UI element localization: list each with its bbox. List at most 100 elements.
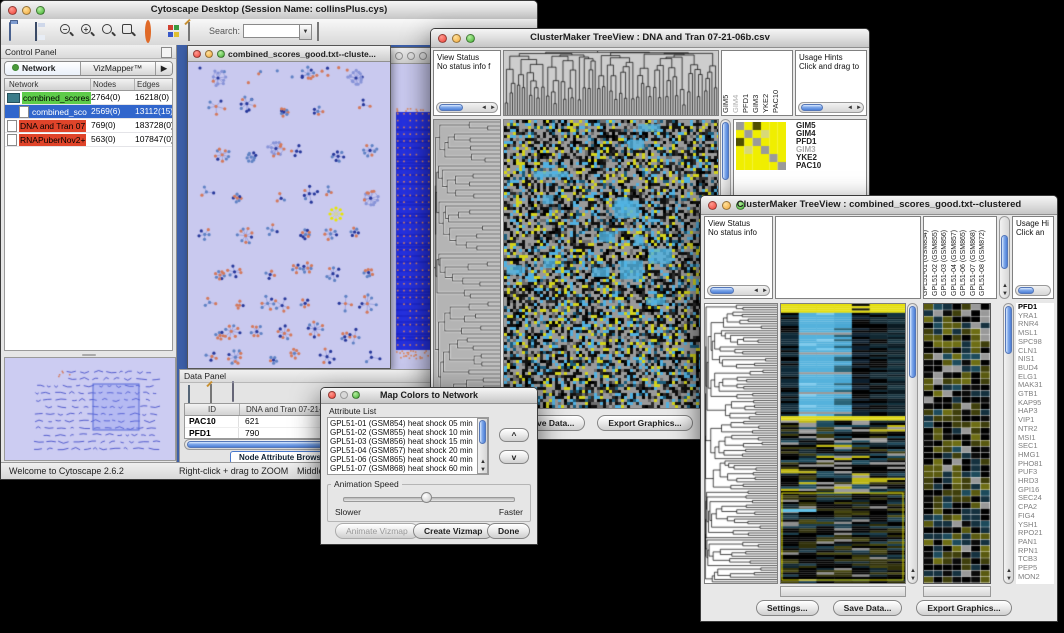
tv2-row-dendrogram-panel[interactable]	[704, 303, 778, 584]
scroll-right-arrow[interactable]: ►	[855, 105, 863, 111]
main-titlebar[interactable]: Cytoscape Desktop (Session Name: collins…	[1, 1, 537, 20]
tv2-collabel-vscrollbar[interactable]: ▲ ▼	[999, 216, 1010, 299]
annotation-icon[interactable]	[186, 23, 204, 41]
scroll-up-arrow[interactable]: ▲	[1005, 568, 1013, 574]
scrollbar-thumb[interactable]	[1005, 306, 1012, 354]
birdseye-view[interactable]	[4, 357, 176, 461]
tv2-column-dendrogram-panel[interactable]	[775, 216, 921, 299]
zoom-selected-icon[interactable]	[100, 23, 118, 41]
column-label[interactable]: PFD1	[741, 94, 750, 113]
animate-vizmap-button[interactable]: Animate Vizmap	[335, 523, 419, 539]
scroll-down-arrow[interactable]: ▼	[1001, 291, 1009, 297]
table-grid-icon[interactable]	[186, 386, 192, 404]
scroll-down-arrow[interactable]: ▼	[479, 467, 487, 473]
slider-thumb[interactable]	[421, 492, 432, 503]
create-vizmap-button[interactable]: Create Vizmap	[413, 523, 493, 539]
scroll-up-arrow[interactable]: ▲	[1001, 283, 1009, 289]
list-item[interactable]: GPL51-04 (GSM857) heat shock 20 min	[328, 446, 476, 455]
tv2-heatmap-panel[interactable]	[780, 303, 906, 584]
column-label[interactable]: GPL51-01 (GSM854)	[923, 230, 929, 296]
tab-vizmapper[interactable]: VizMapper™	[81, 62, 157, 75]
tv1-status-hscrollbar[interactable]: ◄ ►	[436, 102, 498, 113]
zoom-fit-icon[interactable]	[120, 23, 138, 41]
tv1-usage-hscrollbar[interactable]: ◄ ►	[798, 102, 864, 113]
minimize-button[interactable]	[407, 52, 415, 60]
close-button[interactable]	[395, 52, 403, 60]
tv1-column-dendrogram-panel[interactable]	[503, 50, 719, 116]
vizmapper-icon[interactable]	[166, 23, 184, 41]
table-row[interactable]: combined_scores2764(0)16218(0)	[5, 91, 172, 105]
attribute-list-vscrollbar[interactable]: ▲ ▼	[477, 418, 488, 474]
treeview1-titlebar[interactable]: ClusterMaker TreeView : DNA and Tran 07-…	[431, 29, 869, 48]
zoom-out-icon[interactable]: −	[58, 23, 76, 41]
tv2-zoom-heatmap-panel[interactable]	[923, 303, 991, 584]
scroll-left-arrow[interactable]: ◄	[846, 105, 854, 111]
list-item[interactable]: GPL51-01 (GSM854) heat shock 05 min	[328, 419, 476, 428]
move-up-button[interactable]: ^	[499, 428, 529, 442]
list-item[interactable]: GPL51-02 (GSM855) heat shock 10 min	[328, 428, 476, 437]
scrollbar-thumb[interactable]	[722, 122, 729, 180]
scroll-right-arrow[interactable]: ►	[489, 105, 497, 111]
scroll-down-arrow[interactable]: ▼	[909, 576, 917, 582]
gene-label[interactable]: MON2	[1018, 573, 1054, 582]
treeview2-titlebar[interactable]: ClusterMaker TreeView : combined_scores_…	[701, 196, 1057, 215]
scrollbar-thumb[interactable]	[909, 306, 916, 378]
help-ring-icon[interactable]	[143, 23, 161, 41]
search-input[interactable]	[243, 24, 301, 38]
scrollbar-thumb[interactable]	[801, 104, 823, 111]
attribute-table-icon[interactable]	[315, 23, 333, 41]
tv1-row-dendrogram-panel[interactable]	[433, 119, 501, 409]
scroll-left-arrow[interactable]: ◄	[752, 288, 760, 294]
scrollbar-thumb[interactable]	[439, 104, 463, 111]
zoom-in-icon[interactable]: +	[79, 23, 97, 41]
tv2-status-hscrollbar[interactable]: ◄ ►	[707, 285, 770, 296]
list-item[interactable]: GPL51-07 (GSM868) heat shock 60 min	[328, 464, 476, 473]
delete-attribute-icon[interactable]	[230, 384, 236, 402]
zoom-button[interactable]	[217, 50, 225, 58]
column-label[interactable]: GPL51-06 (GSM865)	[960, 230, 967, 296]
tv2-zoom-hscrollbar[interactable]	[923, 586, 991, 597]
done-button[interactable]: Done	[487, 523, 530, 539]
row-label[interactable]: PAC10	[796, 162, 821, 170]
column-label[interactable]: GIM5	[721, 95, 730, 113]
move-down-button[interactable]: v	[499, 450, 529, 464]
new-attribute-icon[interactable]	[208, 385, 214, 403]
column-label[interactable]: GIM3	[751, 95, 760, 113]
column-label[interactable]: GPL51-07 (GSM868)	[970, 230, 977, 296]
export-graphics-button[interactable]: Export Graphics...	[916, 600, 1011, 616]
scroll-up-arrow[interactable]: ▲	[909, 568, 917, 574]
column-label[interactable]: YKE2	[761, 94, 770, 113]
float-panel-icon[interactable]	[161, 47, 172, 58]
column-label[interactable]: PAC10	[771, 90, 780, 113]
dialog-titlebar[interactable]: Map Colors to Network	[321, 388, 537, 404]
close-button[interactable]	[193, 50, 201, 58]
network-table-header[interactable]: Network Nodes Edges	[5, 79, 172, 91]
save-session-icon[interactable]	[33, 23, 51, 41]
column-label[interactable]: GPL51-04 (GSM857)	[951, 230, 958, 296]
column-label[interactable]: GPL51-03 (GSM856)	[941, 230, 948, 296]
table-row[interactable]: RNAPuberNov2+563(0)107847(0)	[5, 133, 172, 147]
table-row[interactable]: DNA and Tran 07769(0)183728(0)	[5, 119, 172, 133]
tv2-heatmap-hscrollbar[interactable]	[780, 586, 906, 597]
tab-overflow-arrow[interactable]: ▶	[156, 62, 172, 75]
column-label[interactable]: GPL51-08 (GSM872)	[979, 230, 986, 296]
tv1-heatmap-panel[interactable]	[503, 119, 719, 409]
settings-button[interactable]: Settings...	[756, 600, 819, 616]
network-frame-titlebar[interactable]: combined_scores_good.txt--cluste...	[188, 46, 390, 62]
scroll-down-arrow[interactable]: ▼	[1005, 576, 1013, 582]
scrollbar-thumb[interactable]	[710, 287, 734, 294]
scroll-left-arrow[interactable]: ◄	[480, 105, 488, 111]
list-item[interactable]: GPL51-06 (GSM865) heat shock 40 min	[328, 455, 476, 464]
column-label[interactable]: GIM4	[731, 95, 740, 113]
table-row[interactable]: combined_sco2569(6)13112(15)	[5, 105, 172, 119]
search-dropdown-arrow[interactable]: ▼	[299, 24, 312, 40]
tab-network[interactable]: Network	[5, 62, 81, 75]
zoom-button[interactable]	[419, 52, 427, 60]
open-file-icon[interactable]	[9, 23, 27, 41]
scroll-right-arrow[interactable]: ►	[761, 288, 769, 294]
scrollbar-thumb[interactable]	[1001, 235, 1008, 269]
tv2-genelabel-vscrollbar[interactable]: ▲ ▼	[1003, 303, 1014, 584]
minimize-button[interactable]	[205, 50, 213, 58]
export-graphics-button[interactable]: Export Graphics...	[597, 415, 692, 431]
list-item[interactable]: GPL51-03 (GSM856) heat shock 15 min	[328, 437, 476, 446]
